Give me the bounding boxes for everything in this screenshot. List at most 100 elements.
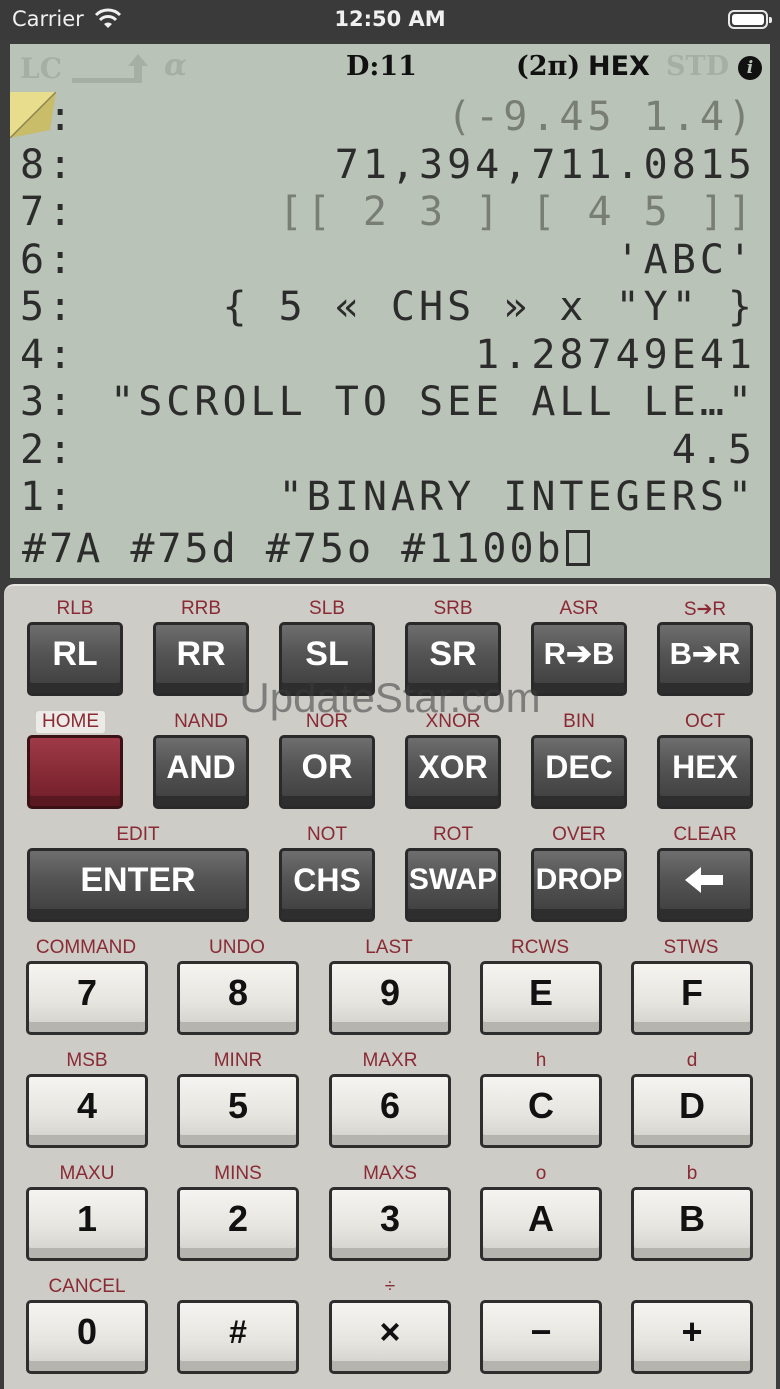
stack-row[interactable]: 9:(-9.45 1.4) — [10, 94, 770, 142]
shift-label-srb: SRB — [433, 598, 473, 619]
stack-value: [[ 2 3 ] [ 4 5 ]] — [278, 189, 756, 235]
battery-icon — [728, 10, 772, 29]
stack-row[interactable]: 5: { 5 « CHS » x "Y" } — [10, 284, 770, 332]
stack-value: 4.5 — [671, 426, 756, 473]
stack-row[interactable]: 3: "SCROLL TO SEE ALL LE…" — [10, 379, 770, 427]
shift-label-not: NOT — [306, 824, 348, 845]
command-line[interactable]: #7A #75d #75o #1100b — [22, 524, 590, 574]
key-f[interactable]: F — [631, 961, 753, 1035]
backspace-arrow-icon — [685, 867, 723, 893]
cursor — [565, 530, 590, 566]
shift-label-o: o — [535, 1163, 547, 1184]
shift-label-command: COMMAND — [35, 937, 137, 958]
stack-level-label: 6: — [20, 236, 77, 283]
stack-value: "BINARY INTEGERS" — [278, 474, 756, 520]
status-bar: Carrier 12:50 AM — [0, 0, 780, 40]
angle-mode: (2π) — [516, 51, 581, 82]
shift-label-xnor: XNOR — [425, 711, 481, 732]
shift-label-d: d — [686, 1050, 698, 1071]
shift-label-nand: NAND — [174, 711, 228, 732]
stack-row[interactable]: 1: "BINARY INTEGERS" — [10, 474, 770, 522]
shift-label-rlb: RLB — [56, 598, 94, 619]
shift-label-stws: STWS — [663, 937, 719, 958]
shift-label-edit: EDIT — [116, 824, 160, 845]
stack-row[interactable]: 2: 4.5 — [10, 427, 770, 475]
hex-key[interactable]: HEX — [657, 735, 753, 809]
stack-level-label: 7: — [20, 189, 77, 235]
shift-label-nor: NOR — [305, 711, 349, 732]
page-fold-icon[interactable] — [10, 92, 56, 138]
rr-key[interactable]: RR — [153, 622, 249, 696]
status-time: 12:50 AM — [334, 7, 446, 31]
r-to-b-key[interactable]: R➔B — [531, 622, 627, 696]
shift-label-asr: ASR — [559, 598, 599, 619]
key-e[interactable]: E — [480, 961, 602, 1035]
annunciator-lc: LC — [20, 52, 62, 85]
rl-key[interactable]: RL — [27, 622, 123, 696]
shift-label-h: h — [535, 1050, 547, 1071]
stack-depth: D:11 — [346, 51, 417, 82]
key-5[interactable]: 5 — [177, 1074, 299, 1148]
shift-label-minr: MINR — [213, 1050, 263, 1071]
shift-key[interactable] — [27, 735, 123, 809]
key-6[interactable]: 6 — [329, 1074, 451, 1148]
shift-label-slb: SLB — [309, 598, 345, 619]
minus-key[interactable]: − — [480, 1300, 602, 1374]
hash-key[interactable]: # — [177, 1300, 299, 1374]
shift-label-s-to-r: S➔R — [683, 599, 727, 620]
shift-label-b: b — [686, 1163, 698, 1184]
or-key[interactable]: OR — [279, 735, 375, 809]
key-9[interactable]: 9 — [329, 961, 451, 1035]
stack-value: { 5 « CHS » x "Y" } — [222, 284, 756, 330]
stack-row[interactable]: 4: 1.28749E41 — [10, 332, 770, 380]
drop-key[interactable]: DROP — [531, 848, 627, 922]
stack-value: 1.28749E41 — [475, 331, 756, 378]
annunciator-bar: LC α D:11 (2π) HEX STD i — [10, 44, 770, 92]
shift-label-maxr: MAXR — [362, 1050, 418, 1071]
key-2[interactable]: 2 — [177, 1187, 299, 1261]
key-4[interactable]: 4 — [26, 1074, 148, 1148]
enter-key[interactable]: ENTER — [27, 848, 249, 922]
key-d[interactable]: D — [631, 1074, 753, 1148]
sl-key[interactable]: SL — [279, 622, 375, 696]
stack-level-label: 5: — [20, 284, 77, 330]
stack-row[interactable]: 7: [[ 2 3 ] [ 4 5 ]] — [10, 189, 770, 237]
shift-label-rot: ROT — [432, 824, 474, 845]
backspace-key[interactable] — [657, 848, 753, 922]
stack-level-label: 3: — [20, 379, 77, 425]
lcd-display[interactable]: LC α D:11 (2π) HEX STD i 9:(-9.45 1.4) 8… — [10, 44, 770, 578]
key-c[interactable]: C — [480, 1074, 602, 1148]
shift-label-undo: UNDO — [209, 937, 265, 958]
stack-display[interactable]: 9:(-9.45 1.4) 8: 71,394,711.0815 7: [[ 2 3… — [10, 94, 770, 522]
key-a[interactable]: A — [480, 1187, 602, 1261]
stack-value: "SCROLL TO SEE ALL LE…" — [110, 379, 756, 425]
key-3[interactable]: 3 — [329, 1187, 451, 1261]
multiply-key[interactable]: × — [329, 1300, 451, 1374]
swap-key[interactable]: SWAP — [405, 848, 501, 922]
shift-label-rcws: RCWS — [510, 937, 570, 958]
b-to-r-key[interactable]: B➔R — [657, 622, 753, 696]
key-7[interactable]: 7 — [26, 961, 148, 1035]
xor-key[interactable]: XOR — [405, 735, 501, 809]
stack-row[interactable]: 8: 71,394,711.0815 — [10, 142, 770, 190]
shift-label-msb: MSB — [66, 1050, 108, 1071]
sr-key[interactable]: SR — [405, 622, 501, 696]
shift-label-divide: ÷ — [384, 1276, 396, 1297]
key-b[interactable]: B — [631, 1187, 753, 1261]
key-0[interactable]: 0 — [26, 1300, 148, 1374]
key-8[interactable]: 8 — [177, 961, 299, 1035]
shift-label-home: HOME — [36, 711, 105, 733]
shift-label-last: LAST — [365, 937, 413, 958]
stack-value: (-9.45 1.4) — [447, 94, 756, 140]
chs-key[interactable]: CHS — [279, 848, 375, 922]
key-1[interactable]: 1 — [26, 1187, 148, 1261]
and-key[interactable]: AND — [153, 735, 249, 809]
stack-row[interactable]: 6: 'ABC' — [10, 237, 770, 285]
display-mode: STD — [666, 51, 730, 82]
dec-key[interactable]: DEC — [531, 735, 627, 809]
shift-label-clear: CLEAR — [673, 824, 737, 845]
shift-label-cancel: CANCEL — [48, 1276, 126, 1297]
info-icon[interactable]: i — [738, 56, 762, 80]
shift-label-bin: BIN — [563, 711, 595, 732]
plus-key[interactable]: + — [631, 1300, 753, 1374]
